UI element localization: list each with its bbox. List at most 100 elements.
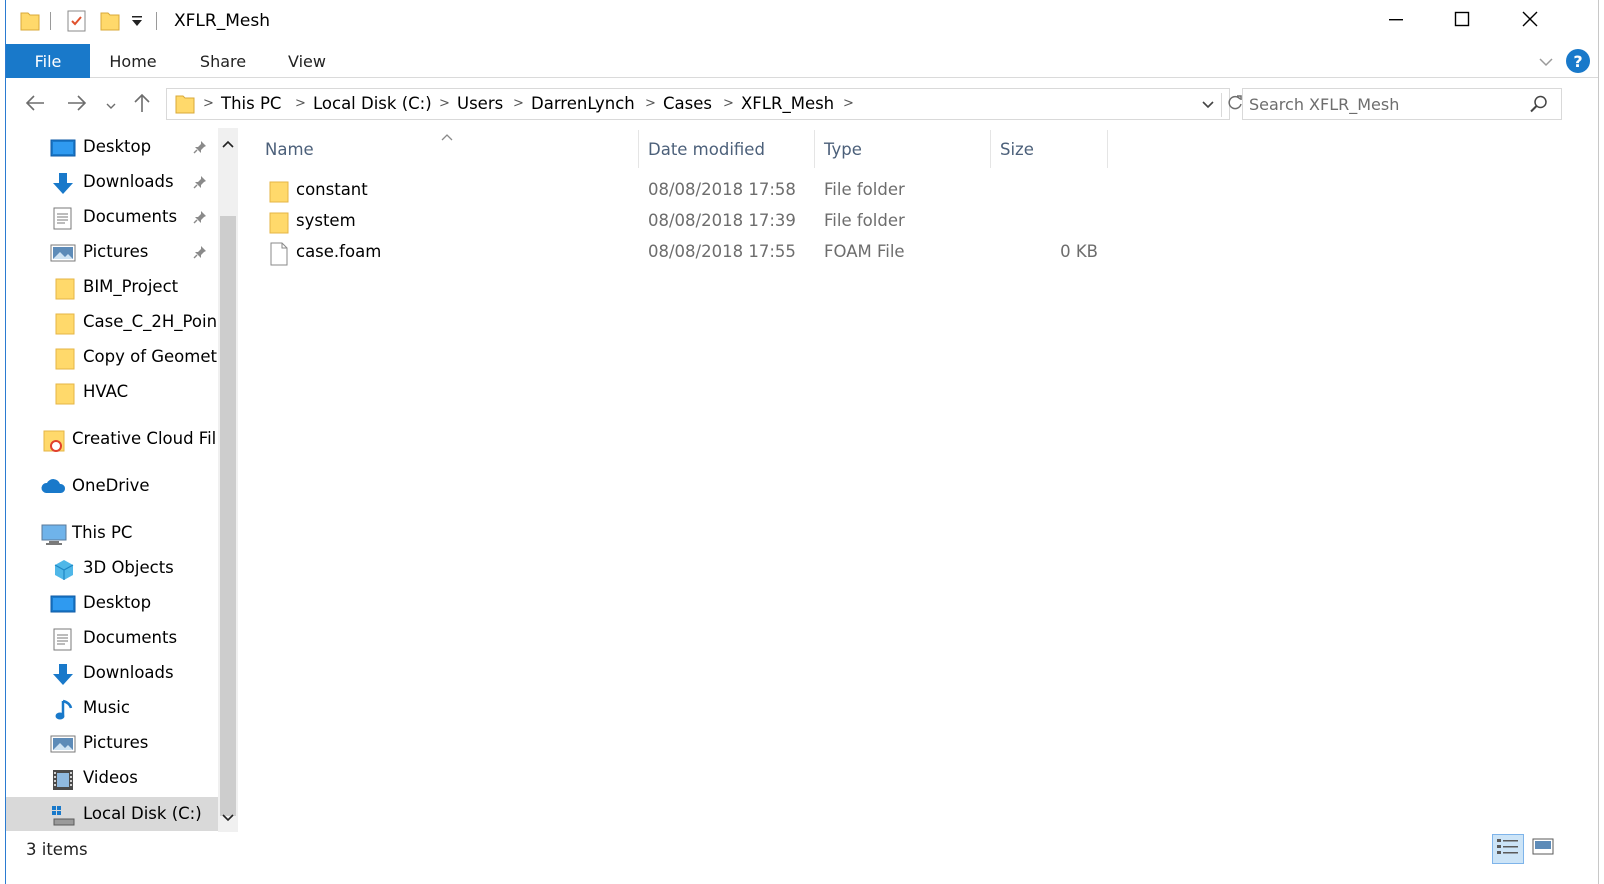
sidebar-item-this-pc[interactable]: This PC (6, 516, 218, 550)
column-header-date-modified[interactable]: Date modified (648, 128, 818, 170)
documents-icon (52, 207, 78, 230)
sidebar-item-case-c-2h[interactable]: Case_C_2H_Poin (6, 305, 218, 339)
file-type: File folder (824, 180, 905, 199)
sidebar-item-documents-pinned[interactable]: Documents (6, 200, 218, 234)
breadcrumb-local-disk[interactable]: Local Disk (C:) (313, 94, 432, 113)
column-header-type[interactable]: Type (824, 128, 994, 170)
breadcrumb-separator-icon[interactable]: > (513, 96, 524, 111)
file-date-modified: 08/08/2018 17:39 (648, 211, 796, 230)
this-pc-icon (40, 523, 67, 545)
help-button[interactable]: ? (1566, 49, 1590, 73)
large-icons-view-button[interactable] (1528, 834, 1558, 864)
column-divider[interactable] (1107, 130, 1108, 168)
column-header-label: Type (824, 139, 862, 159)
minimize-button[interactable] (1362, 0, 1430, 42)
column-divider[interactable] (638, 130, 639, 168)
sidebar-item-music[interactable]: Music (6, 691, 218, 725)
file-size: 0 KB (1060, 242, 1098, 261)
address-bar[interactable]: > This PC > Local Disk (C:) > Users > Da… (166, 88, 1242, 120)
sidebar-item-downloads[interactable]: Downloads (6, 656, 218, 690)
folder-icon[interactable] (20, 10, 40, 36)
sidebar-item-label: Downloads (83, 172, 174, 191)
sidebar-item-copy-of-geometry[interactable]: Copy of Geomet (6, 340, 218, 374)
breadcrumb-separator-icon[interactable]: > (203, 96, 214, 111)
table-row[interactable]: case.foam 08/08/2018 17:55 FOAM File 0 K… (260, 238, 1106, 268)
file-date-modified: 08/08/2018 17:55 (648, 242, 796, 261)
tab-share[interactable]: Share (188, 44, 258, 78)
breadcrumb-separator-icon[interactable]: > (843, 96, 854, 111)
sidebar-item-bim-project[interactable]: BIM_Project (6, 270, 218, 304)
search-box[interactable] (1242, 88, 1562, 120)
sidebar-item-local-disk[interactable]: Local Disk (C:) (6, 797, 218, 831)
breadcrumb-darrenlynch[interactable]: DarrenLynch (531, 94, 635, 113)
breadcrumb-this-pc[interactable]: This PC (221, 94, 281, 113)
arrow-left-icon (24, 94, 46, 116)
forward-button[interactable] (62, 91, 92, 119)
sidebar-item-documents[interactable]: Documents (6, 621, 218, 655)
folder-icon (268, 211, 290, 239)
quick-access-divider (156, 12, 157, 30)
column-header-label: Size (1000, 139, 1034, 159)
back-button[interactable] (20, 91, 50, 119)
column-divider[interactable] (814, 130, 815, 168)
search-icon[interactable] (1529, 94, 1549, 118)
local-disk-icon (50, 804, 76, 826)
address-history-dropdown-icon[interactable] (1201, 95, 1215, 117)
sidebar-item-hvac[interactable]: HVAC (6, 375, 218, 409)
tab-view[interactable]: View (274, 44, 340, 78)
search-input[interactable] (1249, 91, 1519, 117)
customize-toolbar-icon[interactable] (130, 14, 144, 33)
sidebar-item-desktop-pinned[interactable]: Desktop (6, 130, 218, 164)
title-bar[interactable]: XFLR_Mesh (6, 0, 1598, 42)
breadcrumb-xflr-mesh[interactable]: XFLR_Mesh (741, 94, 834, 113)
pin-icon[interactable] (192, 209, 208, 229)
breadcrumb-users[interactable]: Users (457, 94, 503, 113)
details-view-button[interactable] (1492, 834, 1524, 864)
new-folder-icon[interactable] (100, 10, 120, 36)
column-divider[interactable] (990, 130, 991, 168)
properties-icon[interactable] (66, 10, 88, 36)
folder-icon (54, 277, 80, 300)
tab-home[interactable]: Home (98, 44, 168, 78)
sidebar-item-pictures-pinned[interactable]: Pictures (6, 235, 218, 269)
chevron-down-icon (105, 96, 117, 115)
breadcrumb-separator-icon[interactable]: > (723, 96, 734, 111)
sidebar-scroll-up-button[interactable] (218, 128, 238, 158)
table-row[interactable]: constant 08/08/2018 17:58 File folder (260, 176, 1106, 206)
sidebar-item-onedrive[interactable]: OneDrive (6, 469, 218, 503)
tab-file[interactable]: File (6, 44, 90, 78)
details-view-icon (1496, 837, 1520, 861)
column-header-size[interactable]: Size (1000, 128, 1100, 170)
chevron-up-icon (221, 134, 235, 153)
table-row[interactable]: system 08/08/2018 17:39 File folder (260, 207, 1106, 237)
breadcrumb-separator-icon[interactable]: > (295, 96, 306, 111)
sidebar-item-label: BIM_Project (83, 277, 179, 296)
sidebar-item-label: Desktop (83, 593, 152, 612)
sidebar-item-pictures[interactable]: Pictures (6, 726, 218, 760)
close-button[interactable] (1496, 0, 1564, 42)
sidebar-scrollbar-thumb[interactable] (220, 216, 236, 816)
pin-icon[interactable] (192, 174, 208, 194)
pin-icon[interactable] (192, 139, 208, 159)
breadcrumb-separator-icon[interactable]: > (439, 96, 450, 111)
up-button[interactable] (128, 91, 156, 119)
column-header-name[interactable]: Name (265, 128, 635, 170)
folder-icon (54, 347, 80, 370)
sidebar-item-downloads-pinned[interactable]: Downloads (6, 165, 218, 199)
sidebar-item-label: HVAC (83, 382, 129, 401)
pin-icon[interactable] (192, 244, 208, 264)
sidebar-item-desktop[interactable]: Desktop (6, 586, 218, 620)
sidebar-scroll-down-button[interactable] (218, 802, 238, 832)
recent-locations-button[interactable] (102, 91, 120, 119)
breadcrumb-separator-icon[interactable]: > (645, 96, 656, 111)
maximize-button[interactable] (1428, 0, 1496, 42)
folder-icon (54, 382, 80, 405)
sidebar-item-label: Creative Cloud Fil (72, 429, 217, 448)
sidebar-item-label: Case_C_2H_Poin (83, 312, 218, 331)
sidebar-item-videos[interactable]: Videos (6, 761, 218, 795)
expand-ribbon-icon[interactable] (1536, 52, 1556, 72)
sidebar-item-label: Music (83, 698, 130, 717)
sidebar-item-3d-objects[interactable]: 3D Objects (6, 551, 218, 585)
breadcrumb-cases[interactable]: Cases (663, 94, 712, 113)
sidebar-item-creative-cloud[interactable]: Creative Cloud Fil (6, 422, 218, 456)
